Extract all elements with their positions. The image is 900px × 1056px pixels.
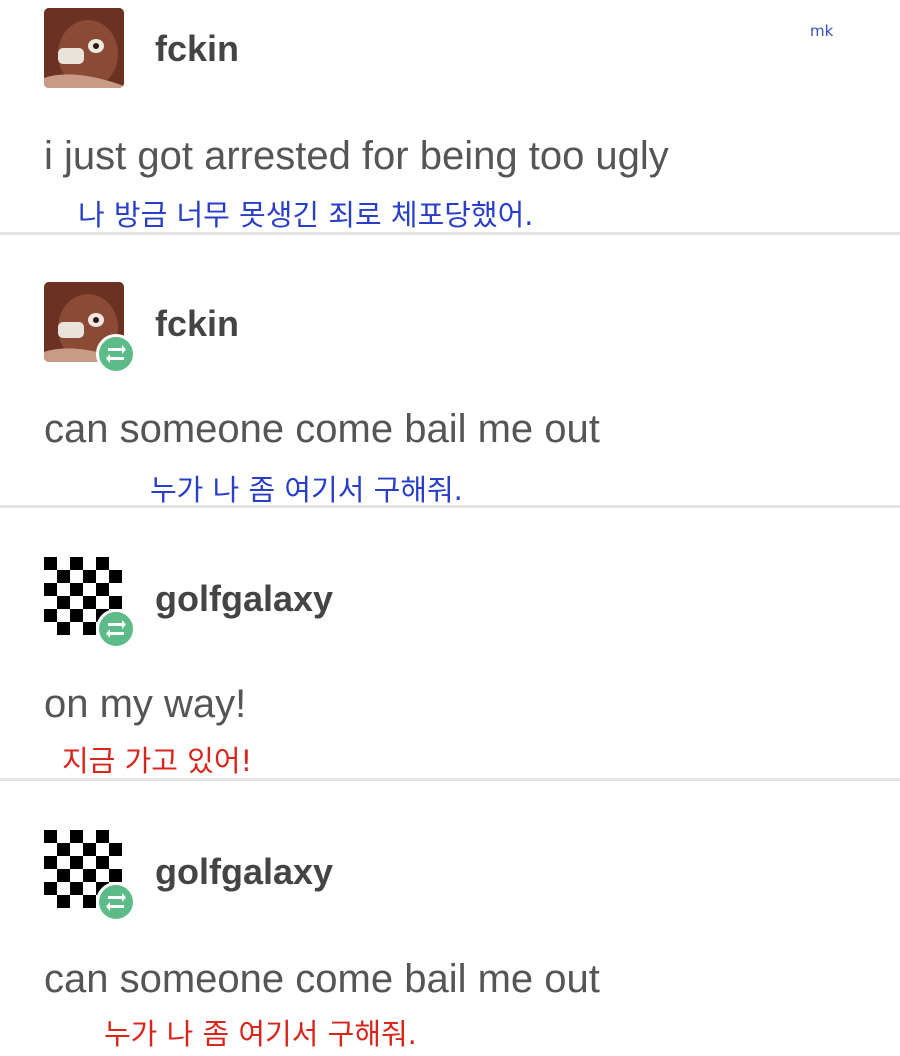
avatar[interactable] bbox=[44, 8, 124, 88]
reblog-icon bbox=[96, 334, 136, 374]
avatar[interactable] bbox=[44, 282, 136, 374]
username[interactable]: golfgalaxy bbox=[155, 578, 333, 620]
person-photo-icon bbox=[44, 8, 124, 88]
post-text: on my way! bbox=[44, 682, 247, 726]
korean-translation: 누가 나 좀 여기서 구해줘. bbox=[150, 473, 463, 507]
username[interactable]: fckin bbox=[155, 28, 239, 70]
post: fckin i just got arrested for being too … bbox=[0, 0, 900, 232]
username[interactable]: fckin bbox=[155, 303, 239, 345]
post-text: can someone come bail me out bbox=[44, 957, 600, 1001]
post-text: i just got arrested for being too ugly bbox=[44, 134, 669, 178]
post: golfgalaxy on my way! 지금 가고 있어! bbox=[0, 508, 900, 778]
avatar[interactable] bbox=[44, 830, 136, 922]
reblog-icon bbox=[96, 882, 136, 922]
reblog-icon bbox=[96, 609, 136, 649]
post: golfgalaxy can someone come bail me out … bbox=[0, 781, 900, 1056]
avatar[interactable] bbox=[44, 557, 136, 649]
korean-translation: 누가 나 좀 여기서 구해줘. bbox=[104, 1017, 417, 1051]
username[interactable]: golfgalaxy bbox=[155, 851, 333, 893]
korean-translation: 지금 가고 있어! bbox=[62, 744, 253, 778]
korean-translation: 나 방금 너무 못생긴 죄로 체포당했어. bbox=[78, 198, 534, 232]
post-text: can someone come bail me out bbox=[44, 407, 600, 451]
post: fckin can someone come bail me out 누가 나 … bbox=[0, 235, 900, 507]
